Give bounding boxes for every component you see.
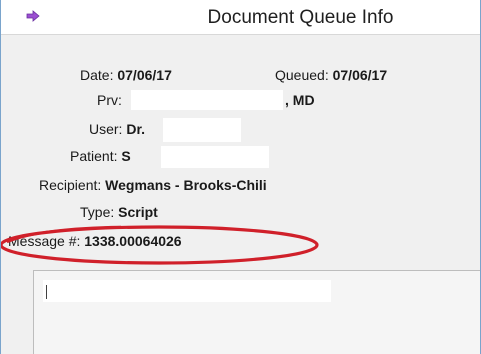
patient-redacted-box <box>161 146 269 168</box>
date-label: Date: <box>80 67 114 83</box>
queued-row: Queued: 07/06/17 <box>275 67 387 83</box>
prv-suffix: , MD <box>285 92 315 108</box>
title-bar[interactable]: Document Queue Info <box>1 0 480 35</box>
document-queue-info-window: Document Queue Info Date: 07/06/17 Queue… <box>0 0 481 354</box>
user-row: User: Dr. <box>89 121 145 137</box>
prv-redacted-box <box>131 90 283 110</box>
patient-row: Patient: S <box>70 148 131 164</box>
user-label: User: <box>89 121 123 137</box>
type-value: Script <box>118 204 158 220</box>
prv-label: Prv: <box>97 92 122 108</box>
patient-label: Patient: <box>70 148 118 164</box>
recipient-label: Recipient: <box>39 177 102 193</box>
type-label: Type: <box>80 204 115 220</box>
text-cursor <box>46 285 47 299</box>
recipient-value: Wegmans - Brooks-Chili <box>105 177 267 193</box>
user-value: Dr. <box>126 121 146 137</box>
queued-label: Queued: <box>275 67 329 83</box>
prv-suffix-row: , MD <box>285 92 315 108</box>
message-text-area[interactable] <box>33 270 480 354</box>
message-text-field[interactable] <box>43 280 331 302</box>
window-title: Document Queue Info <box>207 7 394 28</box>
date-row: Date: 07/06/17 <box>80 67 172 83</box>
recipient-row: Recipient: Wegmans - Brooks-Chili <box>39 177 267 193</box>
queued-value: 07/06/17 <box>332 67 388 83</box>
date-value: 07/06/17 <box>117 67 172 83</box>
type-row: Type: Script <box>80 204 158 220</box>
red-highlight-ellipse <box>1 225 319 265</box>
prv-label-row: Prv: <box>97 92 122 108</box>
user-redacted-box <box>163 118 241 142</box>
patient-value: S <box>121 148 131 164</box>
